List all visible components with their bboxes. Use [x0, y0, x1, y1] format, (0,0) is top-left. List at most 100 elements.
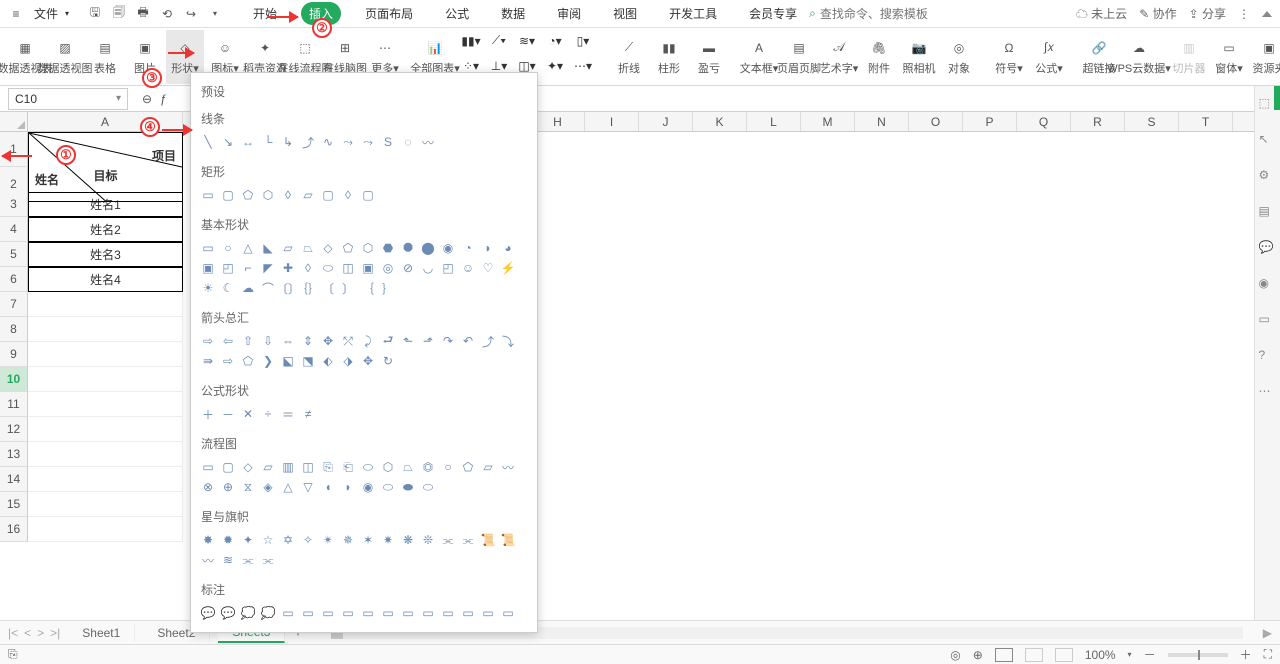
explosion1-shape[interactable]: ✸	[199, 531, 217, 549]
cell-A1[interactable]: 项目 目标 姓名	[28, 132, 183, 202]
camera-button[interactable]: 📷照相机	[900, 30, 938, 84]
freeform-shape[interactable]: ◌	[399, 133, 417, 151]
name-box[interactable]: C10 ▾	[8, 88, 128, 110]
down-ribbon-shape[interactable]: ⫘	[259, 551, 277, 569]
alt-process-shape[interactable]: ▢	[219, 458, 237, 476]
col-header-M[interactable]: M	[801, 112, 855, 131]
settings-icon[interactable]: ⚙	[1259, 168, 1277, 186]
more-chart-icon[interactable]: ⋯▾	[572, 57, 594, 75]
textbox-button[interactable]: A文本框▾	[740, 30, 778, 84]
round1-rect-shape[interactable]: ▱	[299, 186, 317, 204]
right-brace-shape[interactable]: ｝	[379, 279, 397, 297]
multidoc-shape[interactable]: ⎗	[339, 458, 357, 476]
curve-double-shape[interactable]: ⤳	[359, 133, 377, 151]
help-icon[interactable]: ?	[1259, 348, 1277, 366]
col-header-L[interactable]: L	[747, 112, 801, 131]
cell-A15[interactable]	[28, 492, 183, 517]
divide-shape[interactable]: ÷	[259, 405, 277, 423]
cube-shape[interactable]: ◫	[339, 259, 357, 277]
pentagon-shape[interactable]: ⬠	[339, 239, 357, 257]
col-header-A[interactable]: A	[28, 112, 183, 131]
col-header-R[interactable]: R	[1071, 112, 1125, 131]
symbol-button[interactable]: Ω符号▾	[990, 30, 1028, 84]
bent-arrow-shape[interactable]: ⤸	[359, 332, 377, 350]
minus-shape[interactable]: －	[219, 405, 237, 423]
not-equal-shape[interactable]: ≠	[299, 405, 317, 423]
bar-chart-icon[interactable]: ▮▮▾	[460, 32, 482, 50]
line-double-arrow-shape[interactable]: ↔	[239, 133, 257, 151]
col-header-N[interactable]: N	[855, 112, 909, 131]
round-single-rect-shape[interactable]: ▢	[359, 186, 377, 204]
wave-shape[interactable]: 〰	[199, 551, 217, 569]
down-arrow-callout-shape[interactable]: ⬔	[299, 352, 317, 370]
cross-shape[interactable]: ✚	[279, 259, 297, 277]
oval-callout-shape[interactable]: 💭	[239, 604, 257, 622]
print-icon[interactable]: 🖶	[135, 6, 151, 22]
leftright-arrow-shape[interactable]: ⇔	[279, 332, 297, 350]
left-brace-shape[interactable]: ｛	[359, 279, 377, 297]
sort-shape[interactable]: ◈	[259, 478, 277, 496]
preparation-shape[interactable]: ⬡	[379, 458, 397, 476]
plus-shape[interactable]: ＋	[199, 405, 217, 423]
terminator-shape[interactable]: ⬭	[359, 458, 377, 476]
right-arrow-shape[interactable]: ⇨	[199, 332, 217, 350]
decagon-shape[interactable]: ⬤	[419, 239, 437, 257]
fullscreen-icon[interactable]: ⛶	[1264, 647, 1272, 662]
search-input[interactable]	[820, 7, 940, 21]
round-diag-rect-shape[interactable]: ◊	[339, 186, 357, 204]
cell-A7[interactable]	[28, 292, 183, 317]
tab-start[interactable]: 开始	[245, 2, 285, 25]
oval-shape[interactable]: ○	[219, 239, 237, 257]
curve-shape[interactable]: S	[379, 133, 397, 151]
curvedleft-arrow-shape[interactable]: ↶	[459, 332, 477, 350]
row-header-7[interactable]: 7	[0, 292, 28, 317]
explosion2-shape[interactable]: ✹	[219, 531, 237, 549]
cell-A13[interactable]	[28, 442, 183, 467]
double-wave-shape[interactable]: ≋	[219, 551, 237, 569]
round-rect-shape[interactable]: ▢	[219, 186, 237, 204]
row-header-12[interactable]: 12	[0, 417, 28, 442]
star10-shape[interactable]: ✵	[339, 531, 357, 549]
select-all-corner[interactable]	[0, 112, 28, 132]
star16-shape[interactable]: ✷	[379, 531, 397, 549]
view-focus-icon[interactable]: ◎	[950, 648, 960, 662]
header-footer-button[interactable]: ▤页眉页脚	[780, 30, 818, 84]
row-header-14[interactable]: 14	[0, 467, 28, 492]
nav-last-icon[interactable]: >|	[50, 626, 60, 640]
cell-A9[interactable]	[28, 342, 183, 367]
stored-data-shape[interactable]: ◖	[319, 478, 337, 496]
document-shape[interactable]: ⎘	[319, 458, 337, 476]
merge-shape[interactable]: ▽	[299, 478, 317, 496]
tab-review[interactable]: 审阅	[549, 2, 589, 25]
border-callout3-shape[interactable]: ▭	[439, 604, 457, 622]
pentagon-arrow-shape[interactable]: ⬠	[239, 352, 257, 370]
col-header-T[interactable]: T	[1179, 112, 1233, 131]
accent-border1-shape[interactable]: ▭	[459, 604, 477, 622]
up-arrow-callout-shape[interactable]: ⬗	[339, 352, 357, 370]
triangle-shape[interactable]: △	[239, 239, 257, 257]
cloud-shape[interactable]: ☁	[239, 279, 257, 297]
area-chart-icon[interactable]: ≋▾	[516, 32, 538, 50]
col-header-K[interactable]: K	[693, 112, 747, 131]
tab-data[interactable]: 数据	[493, 2, 533, 25]
curvedright-arrow-shape[interactable]: ↷	[439, 332, 457, 350]
circular-arrow-shape[interactable]: ↻	[379, 352, 397, 370]
parallelogram-shape[interactable]: ▱	[279, 239, 297, 257]
leftrightup-arrow-shape[interactable]: ⤱	[339, 332, 357, 350]
form-button[interactable]: ▭窗体▾	[1210, 30, 1248, 84]
tab-insert[interactable]: 插入	[301, 2, 341, 25]
wps-cloud-data-button[interactable]: ☁WPS云数据▾	[1120, 30, 1158, 84]
elbow-double-shape[interactable]: ⤴	[299, 133, 317, 151]
tab-member[interactable]: 会员专享	[741, 2, 805, 25]
pie-shape[interactable]: ◔	[459, 239, 477, 257]
col-header-J[interactable]: J	[639, 112, 693, 131]
row-header-1[interactable]: 1	[0, 132, 28, 167]
row-header-5[interactable]: 5	[0, 242, 28, 267]
row-header-11[interactable]: 11	[0, 392, 28, 417]
equation-button[interactable]: ∫𝑥公式▾	[1030, 30, 1068, 84]
curveddown-arrow-shape[interactable]: ⤵	[499, 332, 517, 350]
accent-callout3-shape[interactable]: ▭	[379, 604, 397, 622]
elbow-connector-shape[interactable]: └	[259, 133, 277, 151]
resource-folder-button[interactable]: ▣资源夹	[1250, 30, 1280, 84]
row-header-15[interactable]: 15	[0, 492, 28, 517]
